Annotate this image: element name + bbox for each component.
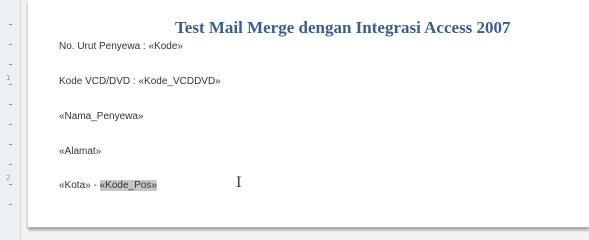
- ruler-tick: [9, 84, 12, 85]
- ruler-number: 2: [6, 174, 11, 182]
- field-line-kode-vcd-dvd[interactable]: Kode VCD/DVD : «Kode_VCDDVD»: [59, 76, 221, 87]
- ruler-tick: [9, 24, 12, 25]
- ruler-tick: [9, 184, 12, 185]
- field-line-no-urut-penyewa[interactable]: No. Urut Penyewa : «Kode»: [59, 41, 183, 52]
- field-line-kota-kode-pos[interactable]: «Kota» - «Kode_Pos»: [59, 180, 157, 191]
- merge-field-kota[interactable]: «Kota» -: [59, 180, 100, 191]
- document-page[interactable]: Test Mail Merge dengan Integrasi Access …: [28, 0, 589, 228]
- ruler-tick: [9, 64, 12, 65]
- ruler-tick: [9, 164, 12, 165]
- merge-field-kode-pos-selected[interactable]: «Kode_Pos»: [99, 180, 157, 191]
- ruler-number: 1: [6, 74, 11, 82]
- ruler-tick: [9, 144, 12, 145]
- ruler-tick: [9, 104, 12, 105]
- ruler-tick: [9, 204, 12, 205]
- i-beam-cursor-icon: I: [236, 175, 242, 191]
- merge-field-nama-penyewa[interactable]: «Nama_Penyewa»: [59, 111, 144, 122]
- document-title: Test Mail Merge dengan Integrasi Access …: [175, 18, 511, 37]
- ruler-tick: [9, 44, 12, 45]
- ruler-tick: [9, 124, 12, 125]
- merge-field-alamat[interactable]: «Alamat»: [59, 146, 101, 157]
- vertical-ruler[interactable]: 1 2: [0, 0, 21, 240]
